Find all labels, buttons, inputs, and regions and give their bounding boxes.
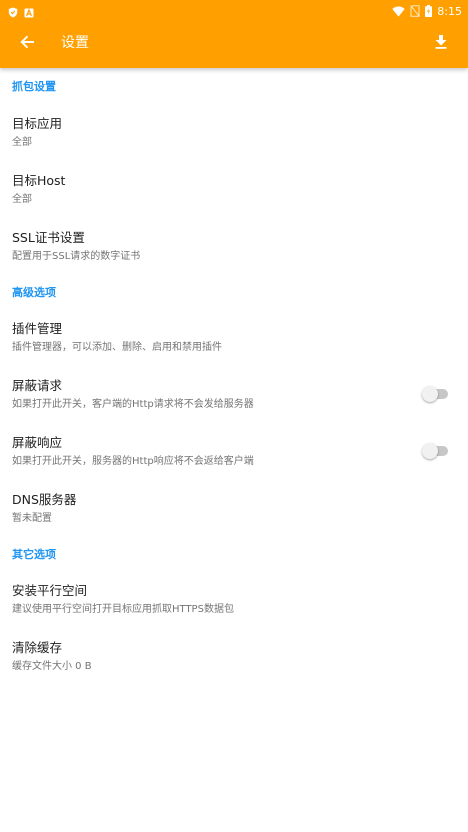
block-request-switch[interactable]	[422, 386, 448, 402]
pref-clear-cache[interactable]: 清除缓存 缓存文件大小 0 B	[0, 628, 468, 685]
pref-title: 清除缓存	[12, 640, 63, 655]
pref-summary: 缓存文件大小 0 B	[12, 661, 92, 672]
pref-summary: 如果打开此开关，服务器的Http响应将不会返给客户端	[12, 456, 254, 467]
pref-install-parallel-space[interactable]: 安装平行空间 建议使用平行空间打开目标应用抓取HTTPS数据包	[0, 571, 468, 628]
pref-summary: 暂未配置	[12, 513, 52, 524]
settings-list: 抓包设置 目标应用 全部 目标Host 全部 SSL证书设置 配置用于SSL请求…	[0, 68, 468, 685]
section-header-capture: 抓包设置	[12, 80, 56, 93]
section-header-other: 其它选项	[12, 548, 56, 561]
pref-summary: 配置用于SSL请求的数字证书	[12, 251, 141, 262]
section-header-advanced: 高级选项	[12, 286, 56, 299]
pref-dns-server[interactable]: DNS服务器 暂未配置	[0, 480, 468, 537]
pref-title: 插件管理	[12, 321, 63, 336]
pref-block-response[interactable]: 屏蔽响应 如果打开此开关，服务器的Http响应将不会返给客户端	[0, 423, 468, 480]
pref-title: 屏蔽请求	[12, 378, 63, 393]
arrow-left-icon	[20, 34, 34, 53]
pref-title: DNS服务器	[12, 492, 77, 507]
status-bar: 8:15	[0, 0, 468, 18]
block-response-switch[interactable]	[422, 443, 448, 459]
page-title: 设置	[61, 35, 89, 51]
pref-title: 目标Host	[12, 173, 66, 188]
pref-summary: 全部	[12, 194, 32, 205]
pref-block-request[interactable]: 屏蔽请求 如果打开此开关，客户端的Http请求将不会发给服务器	[0, 366, 468, 423]
status-time: 8:15	[437, 4, 462, 18]
pref-target-host[interactable]: 目标Host 全部	[0, 161, 468, 218]
pref-ssl-certificate[interactable]: SSL证书设置 配置用于SSL请求的数字证书	[0, 218, 468, 275]
pref-summary: 建议使用平行空间打开目标应用抓取HTTPS数据包	[12, 604, 234, 615]
download-button[interactable]	[428, 30, 454, 56]
pref-title: 安装平行空间	[12, 583, 88, 598]
pref-summary: 插件管理器，可以添加、删除、启用和禁用插件	[12, 342, 222, 353]
pref-target-app[interactable]: 目标应用 全部	[0, 104, 468, 161]
toolbar: 设置	[0, 18, 468, 68]
back-button[interactable]	[14, 30, 40, 56]
download-icon	[435, 34, 447, 53]
pref-plugin-manager[interactable]: 插件管理 插件管理器，可以添加、删除、启用和禁用插件	[0, 309, 468, 366]
pref-title: SSL证书设置	[12, 230, 85, 245]
switch-thumb	[422, 443, 438, 459]
pref-summary: 如果打开此开关，客户端的Http请求将不会发给服务器	[12, 399, 254, 410]
pref-title: 目标应用	[12, 116, 63, 131]
app-bar: 8:15 设置	[0, 0, 468, 68]
settings-screen: 8:15 设置 抓包设置 目标应用 全部 目标Host 全部 SSL证书设置 配…	[0, 0, 468, 832]
pref-summary: 全部	[12, 137, 32, 148]
switch-thumb	[422, 386, 438, 402]
pref-title: 屏蔽响应	[12, 435, 63, 450]
